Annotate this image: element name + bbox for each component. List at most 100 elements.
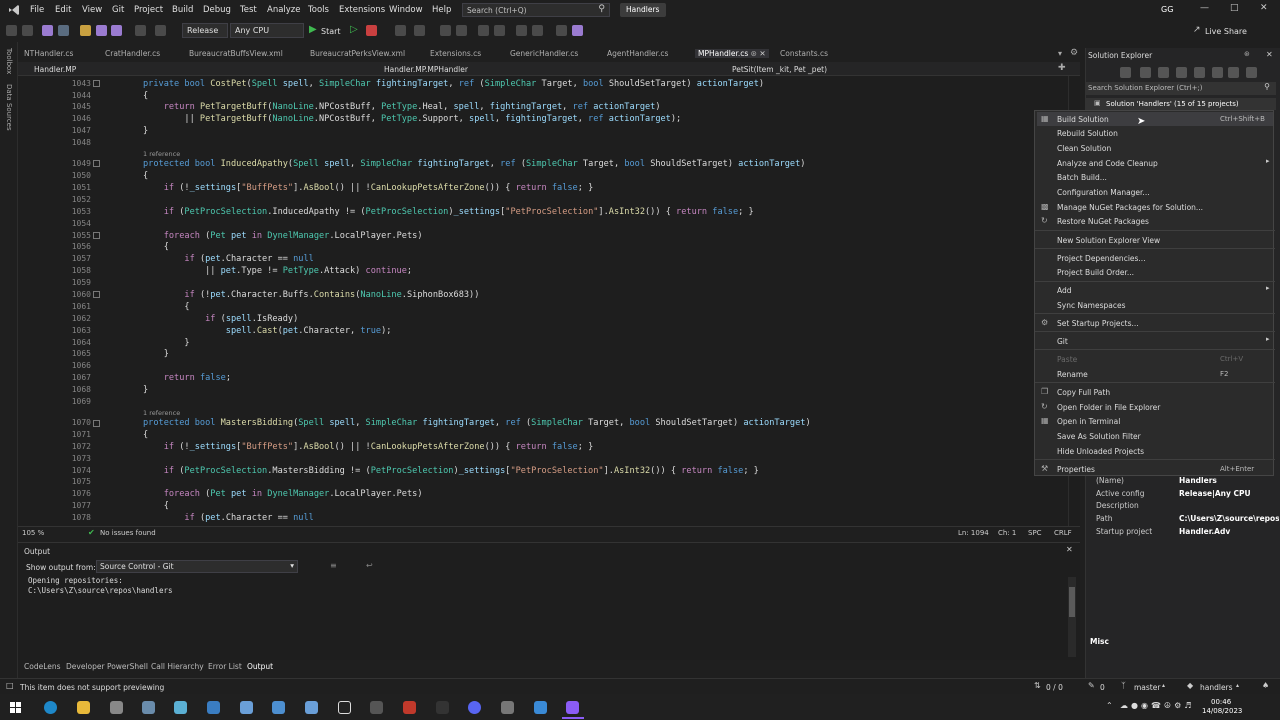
output-source-select[interactable]: Source Control - Git ▾ (96, 560, 298, 573)
tab-developer-powershell[interactable]: Developer PowerShell (66, 662, 148, 671)
app-icon[interactable] (272, 701, 285, 714)
menu-view[interactable]: View (82, 5, 102, 15)
menu-build[interactable]: Build (172, 5, 193, 15)
menu-item-manage-nuget[interactable]: Manage NuGet Packages for Solution... (1057, 203, 1203, 212)
fold-toggle[interactable] (93, 80, 100, 87)
menu-debug[interactable]: Debug (203, 5, 231, 15)
git-sync-icon[interactable]: ⇅ (1034, 681, 1041, 690)
menu-item-rebuild-solution[interactable]: Rebuild Solution (1057, 129, 1118, 138)
bookmark-icon[interactable] (414, 25, 425, 36)
branch-name[interactable]: master (1134, 683, 1160, 692)
tab-crathandler[interactable]: CratHandler.cs (105, 49, 160, 58)
home-icon[interactable] (1120, 67, 1131, 78)
app-icon[interactable] (501, 701, 514, 714)
live-share-icon[interactable]: ↗ (1193, 25, 1201, 35)
show-all-files-icon[interactable] (1228, 67, 1239, 78)
tab-codelens[interactable]: CodeLens (24, 662, 61, 671)
clear-output-icon[interactable]: ≡ (330, 561, 337, 570)
tab-extensions[interactable]: Extensions.cs (430, 49, 481, 58)
app-icon[interactable] (110, 701, 123, 714)
output-close-icon[interactable]: ✕ (1066, 545, 1073, 554)
menu-item-rename[interactable]: Rename (1057, 370, 1088, 379)
menu-git[interactable]: Git (112, 5, 124, 15)
menu-item-properties[interactable]: Properties (1057, 465, 1095, 474)
live-share-button[interactable]: Live Share (1205, 27, 1247, 36)
settings-icon[interactable]: ⚙ (1070, 48, 1078, 58)
property-value[interactable]: Release|Any CPU (1179, 489, 1251, 498)
start-button[interactable]: Start (321, 27, 341, 36)
platform-select[interactable]: Any CPU (230, 23, 304, 38)
property-value[interactable]: C:\Users\Z\source\repos\ (1179, 514, 1279, 523)
code-reference-count[interactable]: 1 reference (143, 409, 180, 417)
fold-toggle[interactable] (93, 291, 100, 298)
chevron-up-icon[interactable]: ▴ (1162, 682, 1165, 689)
menu-analyze[interactable]: Analyze (267, 5, 301, 15)
app-icon[interactable] (240, 701, 253, 714)
collapse-all-icon[interactable] (1212, 67, 1223, 78)
clock-time[interactable]: 00:46 (1211, 698, 1231, 706)
line-position[interactable]: Ln: 1094 (958, 529, 989, 537)
panel-close-icon[interactable]: ✕ (1266, 50, 1273, 59)
notifications-icon[interactable]: ♠ (1262, 681, 1269, 690)
app-icon[interactable] (338, 701, 351, 714)
menu-item-new-solution-explorer-view[interactable]: New Solution Explorer View (1057, 236, 1160, 245)
discord-icon[interactable] (468, 701, 481, 714)
word-wrap-icon[interactable]: ↩ (366, 561, 373, 570)
tab-generichandler[interactable]: GenericHandler.cs (510, 49, 578, 58)
fold-toggle[interactable] (93, 420, 100, 427)
menu-item-clean-solution[interactable]: Clean Solution (1057, 144, 1111, 153)
switch-views-icon[interactable] (1140, 67, 1151, 78)
minimize-icon[interactable]: — (1200, 3, 1209, 13)
app-icon[interactable] (207, 701, 220, 714)
menu-item-restore-nuget[interactable]: Restore NuGet Packages (1057, 217, 1149, 226)
menu-help[interactable]: Help (432, 5, 451, 15)
save-all-icon[interactable] (111, 25, 122, 36)
visual-studio-icon[interactable] (566, 701, 579, 714)
branch-icon[interactable]: ᛉ (1121, 681, 1126, 690)
tab-agenthandler[interactable]: AgentHandler.cs (607, 49, 668, 58)
new-project-icon[interactable] (42, 25, 53, 36)
issues-status[interactable]: No issues found (100, 529, 156, 537)
line-ending[interactable]: CRLF (1054, 529, 1072, 537)
format-icon[interactable] (516, 25, 527, 36)
app-icon[interactable] (174, 701, 187, 714)
changes-count[interactable]: 0 (1100, 683, 1105, 692)
app-icon[interactable] (370, 701, 383, 714)
code-editor[interactable]: 1043 1044 1045 1046 1047 1048 1049 1050 1051 1052… (18, 76, 1080, 526)
data-sources-tab[interactable]: Data Sources (5, 84, 13, 131)
menu-item-git[interactable]: Git (1057, 337, 1068, 346)
menu-item-sync-namespaces[interactable]: Sync Namespaces (1057, 301, 1126, 310)
app-icon[interactable] (305, 701, 318, 714)
repo-name[interactable]: handlers (1200, 683, 1233, 692)
sync-icon[interactable] (1176, 67, 1187, 78)
fold-toggle[interactable] (93, 160, 100, 167)
tab-nthandler[interactable]: NTHandler.cs (24, 49, 73, 58)
back-icon[interactable] (6, 25, 17, 36)
windows-start-icon[interactable] (10, 702, 21, 713)
menu-tools[interactable]: Tools (308, 5, 329, 15)
properties-icon[interactable] (1246, 67, 1257, 78)
menu-item-open-folder[interactable]: Open Folder in File Explorer (1057, 403, 1160, 412)
save-icon[interactable] (96, 25, 107, 36)
clock-date[interactable]: 14/08/2023 (1202, 707, 1242, 715)
member-dropdown[interactable]: PetSit(Item _kit, Pet _pet) (732, 65, 827, 74)
comment-icon[interactable] (440, 25, 451, 36)
app-icon[interactable] (534, 701, 547, 714)
split-editor-icon[interactable]: ✚ (1058, 63, 1066, 73)
search-box[interactable]: Search (Ctrl+Q) ⚲ (462, 3, 610, 17)
tab-constants[interactable]: Constants.cs (780, 49, 828, 58)
repo-icon[interactable]: ◆ (1187, 681, 1193, 690)
tab-bureaucrat-buffs-view[interactable]: BureaucratBuffsView.xml (189, 49, 283, 58)
tray-overflow-icon[interactable]: ⌃ (1106, 701, 1113, 710)
calculator-icon[interactable] (142, 701, 155, 714)
menu-item-copy-full-path[interactable]: Copy Full Path (1057, 388, 1110, 397)
menu-item-open-terminal[interactable]: Open in Terminal (1057, 417, 1120, 426)
type-dropdown[interactable]: Handler.MP.MPHandler (384, 65, 468, 74)
user-initials[interactable]: GG (1161, 5, 1173, 14)
maximize-icon[interactable]: □ (1230, 3, 1239, 13)
menu-test[interactable]: Test (240, 5, 257, 15)
menu-item-add[interactable]: Add (1057, 286, 1072, 295)
property-value[interactable]: Handler.Adv (1179, 527, 1230, 536)
menu-extensions[interactable]: Extensions (339, 5, 385, 15)
solution-icon[interactable] (58, 25, 69, 36)
